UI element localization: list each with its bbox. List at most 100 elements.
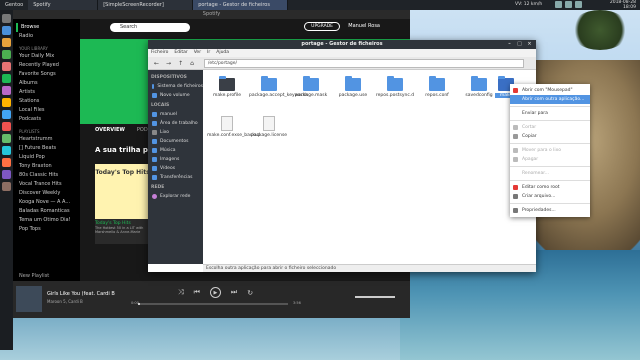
upgrade-button[interactable]: UPGRADE xyxy=(304,22,340,31)
library-item[interactable]: Recently Played xyxy=(16,61,77,70)
nav-browse[interactable]: Browse xyxy=(16,23,77,32)
file-item[interactable]: make.profile xyxy=(207,76,247,98)
menu-create-archive[interactable]: Criar arquivo... xyxy=(510,192,590,201)
home-icon[interactable]: ⌂ xyxy=(190,60,194,67)
app-icon[interactable] xyxy=(2,50,11,59)
app-icon[interactable] xyxy=(2,62,11,71)
user-menu[interactable]: Manuel Rosa xyxy=(348,23,380,29)
menu-send-to[interactable]: Enviar para xyxy=(510,109,590,118)
menu-go[interactable]: Ir xyxy=(207,49,210,57)
fm-titlebar[interactable]: portage - Gestor de ficheiros – □ × xyxy=(148,40,536,49)
sidebar-item-home[interactable]: manuel xyxy=(148,110,203,119)
up-icon[interactable]: ↑ xyxy=(178,60,183,67)
album-art[interactable] xyxy=(16,286,42,312)
gentoo-menu[interactable]: Gentoo xyxy=(0,0,28,10)
app-icon[interactable] xyxy=(2,14,11,23)
sidebar-item-desktop[interactable]: Área de trabalho xyxy=(148,119,203,128)
song-title[interactable]: Girls Like You (feat. Cardi B xyxy=(47,291,115,297)
task-recorder[interactable]: [SimpleScreenRecorder] xyxy=(98,0,194,10)
playlist-item[interactable]: Pop Tops xyxy=(16,225,77,234)
maximize-icon[interactable]: □ xyxy=(516,41,523,48)
nav-radio[interactable]: Radio xyxy=(16,32,77,41)
spotify-icon[interactable] xyxy=(2,74,11,83)
file-item[interactable]: package.license xyxy=(249,116,289,138)
sidebar-item-filesystem[interactable]: Sistema de ficheiros xyxy=(148,82,203,91)
app-icon[interactable] xyxy=(2,122,11,131)
menu-properties[interactable]: Propriedades... xyxy=(510,206,590,215)
app-icon[interactable] xyxy=(2,182,11,191)
menu-delete[interactable]: Apagar xyxy=(510,155,590,164)
library-item[interactable]: Artists xyxy=(16,88,77,97)
file-item[interactable]: package.accept_keywords xyxy=(249,76,308,98)
app-icon[interactable] xyxy=(2,38,11,47)
repeat-icon[interactable]: ↻ xyxy=(247,289,253,297)
sidebar-item-images[interactable]: Imagens xyxy=(148,155,203,164)
file-item[interactable]: package.use xyxy=(333,76,373,98)
playlist-item[interactable]: Tema um Otimo Dia! xyxy=(16,216,77,225)
menu-edit-as-root[interactable]: Editar como root xyxy=(510,183,590,192)
app-icon[interactable] xyxy=(2,110,11,119)
menu-open-mousepad[interactable]: Abrir com "Mousepad" xyxy=(510,86,590,95)
playlist-item[interactable]: 80s Classic Hits xyxy=(16,171,77,180)
task-spotify[interactable]: Spotify xyxy=(28,0,99,10)
menu-copy[interactable]: Copiar xyxy=(510,132,590,141)
app-icon[interactable] xyxy=(2,26,11,35)
library-item[interactable]: Your Daily Mix xyxy=(16,52,77,61)
play-button[interactable]: ▶ xyxy=(209,287,221,298)
menu-move-to-trash[interactable]: Mover para o lixo xyxy=(510,146,590,155)
menu-rename[interactable]: Renomear... xyxy=(510,169,590,178)
playlist-item[interactable]: Vocal Trance Hits xyxy=(16,180,77,189)
library-item[interactable]: Favorite Songs xyxy=(16,70,77,79)
menu-view[interactable]: Ver xyxy=(194,49,201,57)
menu-open-with[interactable]: Abrir com outra aplicação... xyxy=(510,95,590,104)
spotify-titlebar[interactable]: Spotify xyxy=(13,10,410,19)
sidebar-item-downloads[interactable]: Transferências xyxy=(148,173,203,182)
sidebar-item-documents[interactable]: Documentos xyxy=(148,137,203,146)
sidebar-item-network[interactable]: Explorar rede xyxy=(148,192,203,201)
sidebar-item-trash[interactable]: Lixo xyxy=(148,128,203,137)
sidebar-item-volume[interactable]: Novo volume xyxy=(148,91,203,100)
playlist-item[interactable]: Discover Weekly xyxy=(16,189,77,198)
library-item[interactable]: Albums xyxy=(16,79,77,88)
path-input[interactable]: /etc/portage/ xyxy=(203,58,524,68)
task-file-manager[interactable]: portage - Gestor de ficheiros xyxy=(193,0,289,10)
next-icon[interactable]: ⏭ xyxy=(231,288,237,297)
shuffle-icon[interactable]: ⤨ xyxy=(178,288,184,297)
playlist-card[interactable]: Today's Top Hits Today's Top Hits The Ho… xyxy=(95,164,150,244)
app-icon[interactable] xyxy=(2,86,11,95)
playlist-item[interactable]: Baladas Romanticas xyxy=(16,207,77,216)
playlist-item[interactable]: Heartstrumm xyxy=(16,135,77,144)
menu-edit[interactable]: Editar xyxy=(174,49,187,57)
close-icon[interactable]: × xyxy=(526,41,533,48)
app-icon[interactable] xyxy=(2,158,11,167)
sidebar-item-music[interactable]: Música xyxy=(148,146,203,155)
clock[interactable]: 2018-08-28 18:09 xyxy=(610,0,636,10)
weather-indicator[interactable]: VV: 12 km/h xyxy=(515,0,542,10)
new-playlist-button[interactable]: New Playlist xyxy=(13,272,80,281)
file-item[interactable]: savedconfig xyxy=(459,76,499,98)
menu-help[interactable]: Ajuda xyxy=(216,49,229,57)
minimize-icon[interactable]: – xyxy=(506,41,513,48)
tray-icon[interactable] xyxy=(555,1,562,8)
file-item[interactable]: package.mask xyxy=(291,76,331,98)
previous-icon[interactable]: ⏮ xyxy=(194,288,200,297)
menu-file[interactable]: Ficheiro xyxy=(151,49,168,57)
forward-icon[interactable]: → xyxy=(166,60,171,67)
song-artist[interactable]: Maroon 5, Cardi B xyxy=(47,299,83,304)
app-icon[interactable] xyxy=(2,146,11,155)
playlist-item[interactable]: Kooga Nove — A A... xyxy=(16,198,77,207)
tab-overview[interactable]: OVERVIEW xyxy=(95,127,125,133)
tray-icon[interactable] xyxy=(575,1,582,8)
library-item[interactable]: Local Files xyxy=(16,106,77,115)
playlist-item[interactable]: [] Future Beats xyxy=(16,144,77,153)
menu-cut[interactable]: Cortar xyxy=(510,123,590,132)
search-input[interactable]: Search xyxy=(110,23,190,32)
file-item[interactable]: repos.conf xyxy=(417,76,457,98)
volume-slider[interactable] xyxy=(355,296,395,298)
app-icon[interactable] xyxy=(2,170,11,179)
sidebar-item-videos[interactable]: Vídeos xyxy=(148,164,203,173)
tray-icon[interactable] xyxy=(565,1,572,8)
library-item[interactable]: Podcasts xyxy=(16,115,77,124)
back-icon[interactable]: ← xyxy=(154,60,159,67)
app-icon[interactable] xyxy=(2,134,11,143)
